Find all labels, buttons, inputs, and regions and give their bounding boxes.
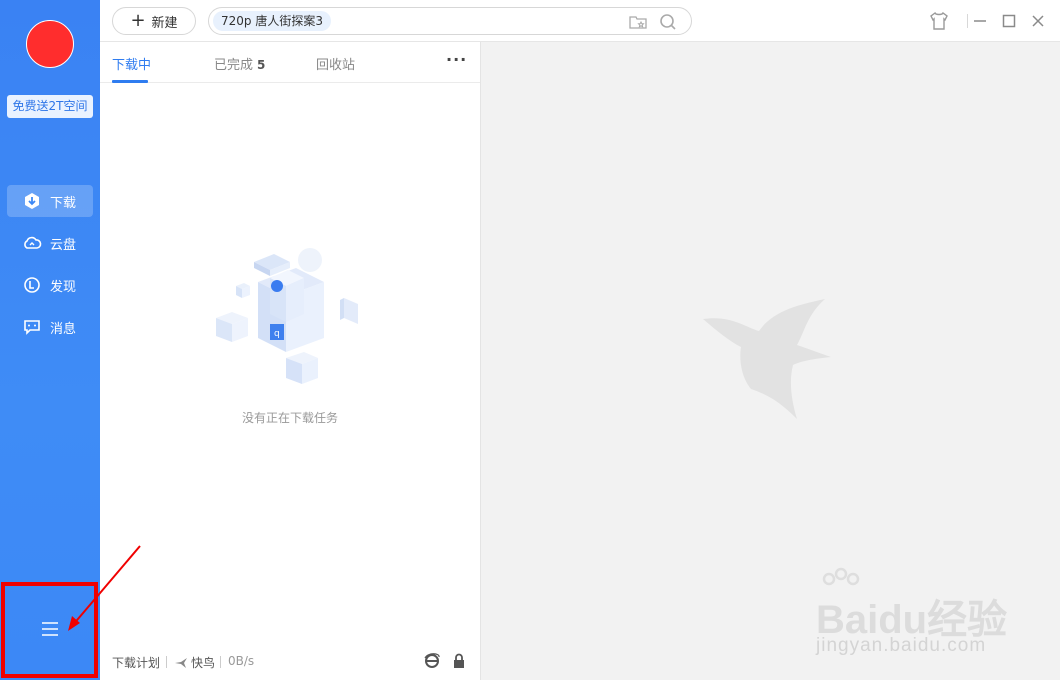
avatar[interactable] — [26, 20, 74, 68]
tab-downloading[interactable]: 下载中 — [112, 54, 151, 73]
status-bar: 下载计划 快鸟 0B/s — [100, 648, 480, 674]
task-tabs: 下载中 已完成 5 回收站 ··· — [100, 42, 480, 83]
tab-completed[interactable]: 已完成 5 — [214, 54, 265, 73]
svg-text:q: q — [274, 329, 280, 339]
search-input[interactable]: 720p 唐人街探案3 — [208, 7, 692, 35]
divider — [166, 656, 167, 668]
promo-badge[interactable]: 免费送2T空间 — [7, 95, 93, 118]
download-hex-icon — [22, 191, 42, 211]
task-list-panel: 下载中 已完成 5 回收站 ··· q 没有正在下载任务 下载计划 快鸟 0B/… — [100, 42, 480, 680]
kuainiao-button[interactable]: 快鸟 — [174, 654, 215, 672]
sidebar-item-label: 下载 — [50, 195, 77, 211]
app-window: 免费送2T空间 下载 云盘 发现 消息 + 新建 720p 唐人街探案3 下载中… — [0, 0, 1060, 680]
detail-area: Baidu经验 jingyan.baidu.com — [480, 42, 1060, 680]
download-speed: 0B/s — [228, 654, 255, 668]
watermark-url: jingyan.baidu.com — [816, 635, 987, 656]
sidebar-item-download[interactable]: 下载 — [7, 185, 93, 217]
maximize-icon[interactable] — [999, 11, 1019, 31]
xunlei-bird-logo — [703, 299, 831, 419]
divider — [220, 656, 221, 668]
plus-icon: + — [130, 10, 146, 31]
empty-state-message: 没有正在下载任务 — [241, 411, 338, 425]
download-plan-link[interactable]: 下载计划 — [112, 654, 160, 671]
hamburger-menu-icon[interactable] — [41, 621, 59, 640]
minimize-icon[interactable] — [970, 11, 990, 31]
completed-count-badge: 5 — [257, 58, 266, 72]
sidebar-item-cloud[interactable]: 云盘 — [7, 227, 93, 259]
tab-recycle-bin[interactable]: 回收站 — [316, 54, 355, 73]
search-chip[interactable]: 720p 唐人街探案3 — [213, 11, 331, 31]
new-task-button[interactable]: + 新建 — [112, 7, 196, 35]
empty-state-illustration: q — [212, 242, 372, 392]
menu-highlight-box — [1, 582, 98, 678]
sidebar-item-label: 云盘 — [50, 237, 77, 253]
skin-shirt-icon[interactable] — [929, 11, 949, 31]
discover-icon — [22, 275, 42, 295]
close-icon[interactable] — [1028, 11, 1048, 31]
sidebar-item-message[interactable]: 消息 — [7, 311, 93, 343]
cloud-icon — [22, 233, 42, 253]
search-icon[interactable] — [658, 12, 678, 32]
top-toolbar: + 新建 720p 唐人街探案3 — [100, 0, 1060, 42]
lock-icon[interactable] — [452, 653, 466, 672]
sidebar-item-label: 消息 — [50, 321, 77, 337]
more-options-button[interactable]: ··· — [446, 50, 467, 69]
ie-icon[interactable] — [424, 653, 440, 672]
kuainiao-bird-icon — [174, 657, 188, 672]
active-tab-indicator — [112, 80, 148, 83]
folder-star-icon[interactable] — [628, 12, 648, 32]
sidebar-item-discover[interactable]: 发现 — [7, 269, 93, 301]
sidebar-item-label: 发现 — [50, 279, 77, 295]
message-icon — [22, 317, 42, 337]
sidebar: 免费送2T空间 下载 云盘 发现 消息 — [0, 0, 100, 680]
